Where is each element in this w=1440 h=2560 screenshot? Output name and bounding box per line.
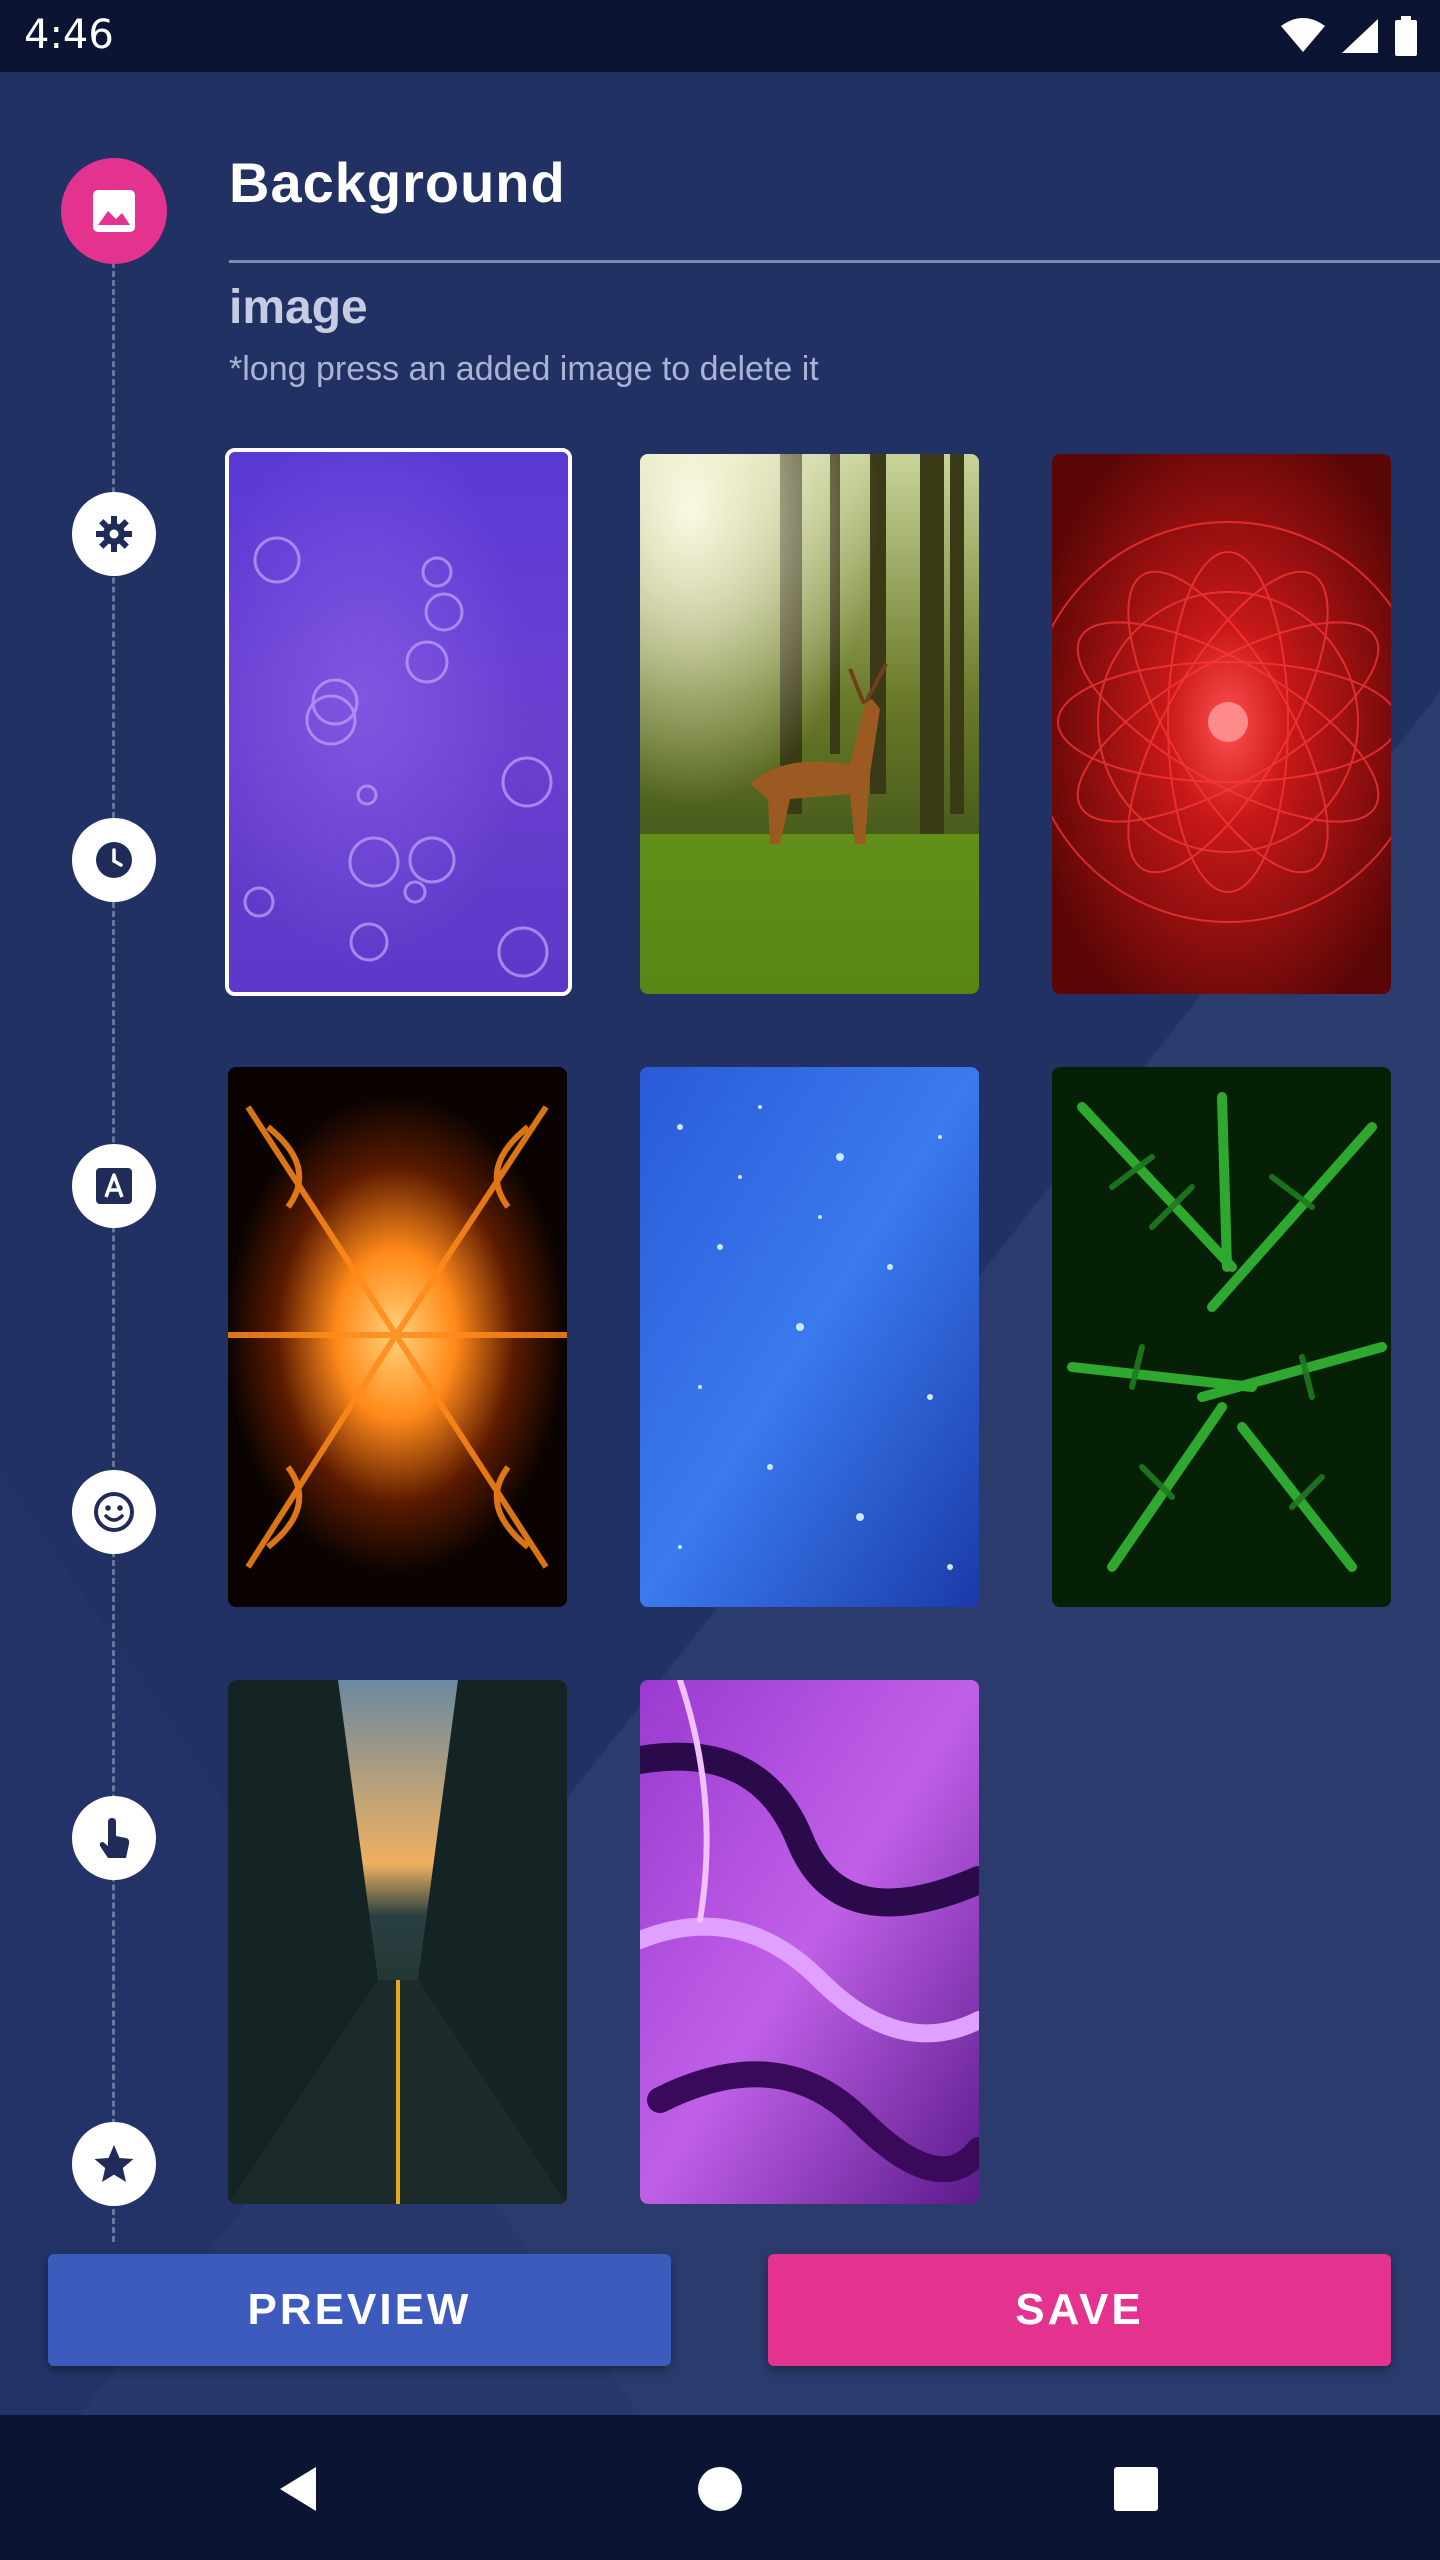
wallpaper-image <box>1052 454 1391 994</box>
battery-icon <box>1395 16 1417 56</box>
step-clock[interactable] <box>72 818 156 902</box>
app-content: Background image *long press an added im… <box>0 72 1440 2415</box>
page-title: Background <box>229 151 566 214</box>
wallpaper-image <box>1052 1067 1391 1607</box>
wallpaper-tile-blue-glitter[interactable] <box>640 1067 979 1607</box>
step-favorites[interactable] <box>72 2122 156 2206</box>
clock-icon <box>96 842 132 878</box>
title-divider <box>229 260 1440 263</box>
wallpaper-image <box>228 1680 567 2204</box>
wallpaper-tile-green-fern[interactable] <box>1052 1067 1391 1607</box>
status-bar: 4:46 <box>0 0 1440 72</box>
smiley-icon <box>94 1492 134 1532</box>
wallpaper-tile-forest-deer[interactable] <box>640 454 979 994</box>
cellular-signal-icon <box>1342 19 1378 53</box>
wallpaper-image <box>640 1680 979 2204</box>
wallpaper-image <box>228 1067 567 1607</box>
gear-icon <box>96 516 132 552</box>
preview-button[interactable]: PREVIEW <box>48 2254 671 2366</box>
wallpaper-tile-red-mandala[interactable] <box>1052 454 1391 994</box>
navigation-bar <box>0 2415 1440 2560</box>
wallpaper-image <box>640 454 979 994</box>
step-settings[interactable] <box>72 492 156 576</box>
hint-text: *long press an added image to delete it <box>229 350 819 388</box>
section-label: image <box>229 281 368 334</box>
wallpaper-tile-city-street[interactable] <box>228 1680 567 2204</box>
step-emoji[interactable] <box>72 1470 156 1554</box>
wallpaper-tile-orange-fire-kaleidoscope[interactable] <box>228 1067 567 1607</box>
wallpaper-image <box>640 1067 979 1607</box>
wallpaper-tile-purple-marble[interactable] <box>640 1680 979 2204</box>
home-icon[interactable] <box>690 2459 750 2519</box>
status-time: 4:46 <box>24 12 114 58</box>
wallpaper-tile-purple-bubbles[interactable] <box>225 448 572 996</box>
back-icon[interactable] <box>268 2459 328 2519</box>
step-image[interactable] <box>61 158 167 264</box>
touch-icon <box>99 1818 130 1858</box>
recents-icon[interactable] <box>1106 2459 1166 2519</box>
wallpaper-image <box>229 452 568 992</box>
text-icon <box>96 1168 132 1204</box>
wifi-icon <box>1281 18 1325 52</box>
step-text[interactable] <box>72 1144 156 1228</box>
status-icons <box>1280 14 1418 58</box>
save-button[interactable]: SAVE <box>768 2254 1391 2366</box>
image-icon <box>93 190 135 232</box>
step-touch[interactable] <box>72 1796 156 1880</box>
star-icon <box>94 2145 134 2182</box>
